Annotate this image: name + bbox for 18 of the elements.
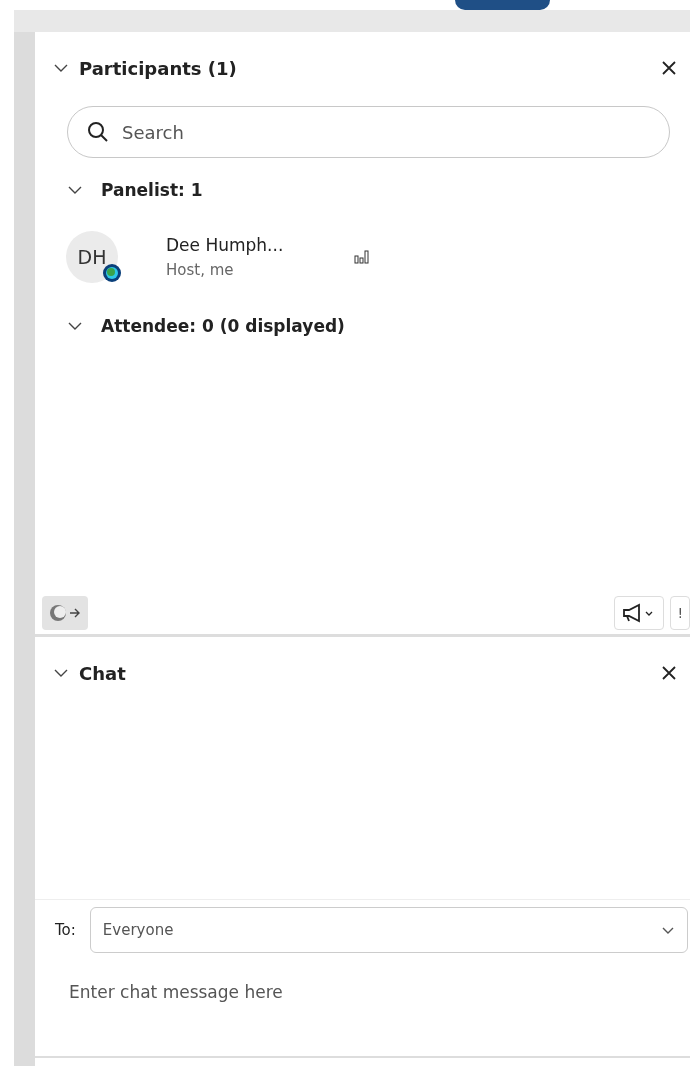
- participant-name: Dee Humph...: [166, 235, 285, 255]
- recipient-dropdown[interactable]: Everyone: [89, 907, 688, 953]
- search-field[interactable]: Search: [67, 106, 670, 158]
- to-label: To:: [55, 921, 76, 939]
- group-label[interactable]: Attendee: 0 (0 displayed): [101, 316, 345, 336]
- panel-title: Chat: [79, 662, 127, 684]
- participant-role: Host, me: [166, 261, 235, 279]
- audio-level-icon: [354, 249, 370, 265]
- more-button[interactable]: !: [670, 596, 690, 630]
- status-badge-icon: [102, 263, 122, 283]
- pull-tab[interactable]: [455, 0, 550, 10]
- group-label[interactable]: Panelist: 1: [101, 180, 203, 200]
- status-button[interactable]: [42, 596, 88, 630]
- status-arrow-icon: [48, 603, 82, 623]
- announce-button[interactable]: [614, 596, 665, 630]
- search-icon: [87, 121, 109, 143]
- panel-title: Participants (1): [79, 57, 238, 79]
- avatar: DH: [66, 231, 118, 283]
